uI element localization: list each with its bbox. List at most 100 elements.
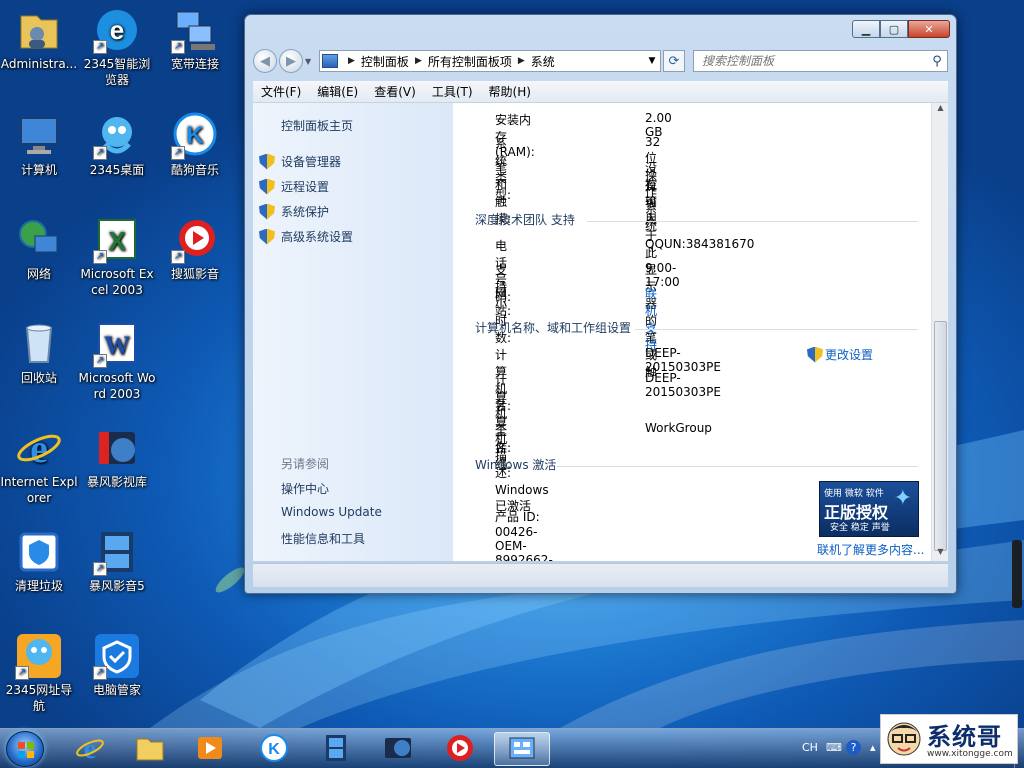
menu-tools[interactable]: 工具(T) [432,83,473,100]
menu-edit[interactable]: 编辑(E) [317,83,358,100]
forward-arrow-icon: ▶ [286,53,296,69]
word-icon: W ↗ [93,320,141,368]
desktop-icon-computer[interactable]: 计算机 [0,112,78,178]
desktop-icon-label: 暴风影视库 [86,475,147,489]
forward-button[interactable]: ▶ [279,49,303,73]
baofeng-player-icon: ↗ [93,528,141,576]
desktop-icon-label: 2345桌面 [89,163,145,177]
support-section-title: 深度技术团队 支持 [475,213,575,227]
desktop-2345-icon: ↗ [93,112,141,160]
desktop-icon-internet-explorer[interactable]: e Internet Explorer [0,424,78,506]
back-button[interactable]: ◀ [253,49,277,73]
breadcrumb-all-items[interactable]: 所有控制面板项 [428,53,512,70]
search-icon[interactable]: ⚲ [927,54,947,69]
scroll-thumb[interactable] [934,321,947,551]
desktop-icon-baofeng-library[interactable]: 暴风影视库 [78,424,156,490]
recent-pages-dropdown[interactable]: ▼ [305,57,315,66]
taskbar-kugou[interactable]: K [246,732,302,766]
breadcrumb-control-panel[interactable]: 控制面板 [361,53,409,70]
window-content: 控制面板主页 设备管理器 远程设置 系统保护 高级系统设置 另请参阅 操作中心 … [253,103,948,561]
task-system-protection[interactable]: 系统保护 [259,203,329,220]
desktop-icon-cleanup[interactable]: 清理垃圾 [0,528,78,594]
pen-touch-value-cont: 控输入 [645,178,658,226]
desktop-icon-2345-nav[interactable]: ↗ 2345网址导航 [0,632,78,714]
breadcrumb-system[interactable]: 系统 [531,53,555,70]
language-indicator[interactable]: CH [802,741,818,754]
chevron-down-icon[interactable]: ▼ [644,56,660,66]
desktop-icon-baofeng-player[interactable]: ↗ 暴风影音5 [78,528,156,594]
ie-icon: e [75,733,105,766]
desktop-icon-2345-browser[interactable]: e ↗ 2345智能浏览器 [78,6,156,88]
desktop-icon-administrator[interactable]: Administra... [0,6,78,72]
task-advanced-settings[interactable]: 高级系统设置 [259,228,353,245]
watermark-url: www.xitongge.com [927,749,1013,759]
see-also-action-center[interactable]: 操作中心 [281,480,329,497]
desktop-icon-word[interactable]: W ↗ Microsoft Word 2003 [78,320,156,402]
taskbar-media-player[interactable] [182,732,238,766]
desktop-icon-excel[interactable]: X ↗ Microsoft Excel 2003 [78,216,156,298]
address-bar[interactable]: ▶ 控制面板 ▶ 所有控制面板项 ▶ 系统 ▼ [319,50,661,72]
genuine-software-badge[interactable]: 使用 微软 软件 正版授权 安全 稳定 声誉 ✦ [819,481,919,537]
taskbar-control-panel[interactable] [494,732,550,766]
task-device-manager[interactable]: 设备管理器 [259,153,341,170]
taskbar-explorer[interactable] [122,732,178,766]
refresh-button[interactable]: ⟳ [663,50,685,72]
media-player-icon [195,733,225,766]
online-support-link[interactable]: 联机支持 [645,285,657,353]
task-remote-settings[interactable]: 远程设置 [259,178,329,195]
desktop-icon-label: Microsoft Word 2003 [78,371,156,401]
desktop-icon-pc-manager[interactable]: ↗ 电脑管家 [78,632,156,698]
taskbar-baofeng[interactable] [308,732,364,766]
task-pane: 控制面板主页 设备管理器 远程设置 系统保护 高级系统设置 另请参阅 操作中心 … [253,103,453,561]
user-folder-icon [15,6,63,54]
start-button[interactable] [6,731,44,767]
maximize-button[interactable]: ▢ [880,20,908,38]
desktop-icon-kugou[interactable]: K ↗ 酷狗音乐 [156,112,234,178]
search-input[interactable] [702,54,927,68]
change-settings-link[interactable]: 更改设置 [807,346,873,363]
desktop-icon-recycle-bin[interactable]: 回收站 [0,320,78,386]
status-bar [253,563,948,587]
badge-line-3: 安全 稳定 声誉 [830,523,890,533]
workgroup-value: WorkGroup [645,421,712,435]
cleanup-icon [15,528,63,576]
desktop-icon-network[interactable]: 网络 [0,216,78,282]
search-box[interactable]: ⚲ [693,50,948,72]
ie-icon: e [15,424,63,472]
scroll-down-icon[interactable]: ▼ [932,547,948,561]
menu-view[interactable]: 查看(V) [374,83,416,100]
close-button[interactable]: ✕ [908,20,950,38]
tray-expand-icon[interactable]: ▴ [870,741,876,754]
svg-text:W: W [104,331,130,360]
minimize-icon: ▁ [861,22,871,36]
desktop-icon-2345-desktop[interactable]: ↗ 2345桌面 [78,112,156,178]
desktop-icon-sohu-video[interactable]: ↗ 搜狐影音 [156,216,234,282]
change-settings-label: 更改设置 [825,348,874,362]
pc-manager-icon: ↗ [93,632,141,680]
control-panel-icon [507,733,537,766]
taskbar-ie[interactable]: e [62,732,118,766]
svg-text:e: e [30,426,48,471]
see-also-performance[interactable]: 性能信息和工具 [281,530,365,547]
scroll-up-icon[interactable]: ▲ [932,103,948,117]
help-icon[interactable]: ? [846,740,861,755]
control-panel-home-link[interactable]: 控制面板主页 [281,117,353,134]
menu-file[interactable]: 文件(F) [261,83,301,100]
keyboard-icon[interactable]: ⌨ [826,741,842,754]
taskbar-sohu-video[interactable] [432,732,488,766]
desktop-icon-broadband[interactable]: ↗ 宽带连接 [156,6,234,72]
taskbar-baofeng-library[interactable] [370,732,426,766]
divider [587,221,918,222]
see-also-windows-update[interactable]: Windows Update [281,505,382,519]
sidebar-handle[interactable] [1012,540,1022,608]
menu-help[interactable]: 帮助(H) [489,83,531,100]
website-label: 网站: [495,287,512,318]
excel-icon: X ↗ [93,216,141,264]
sohu-video-icon [445,733,475,766]
minimize-button[interactable]: ▁ [852,20,880,38]
breadcrumb-separator: ▶ [348,56,355,66]
windows-logo-icon [18,742,34,758]
learn-more-link[interactable]: 联机了解更多内容... [817,541,924,558]
computer-name-value: DEEP-20150303PE [645,346,721,374]
vertical-scrollbar[interactable]: ▲ ▼ [931,103,948,561]
